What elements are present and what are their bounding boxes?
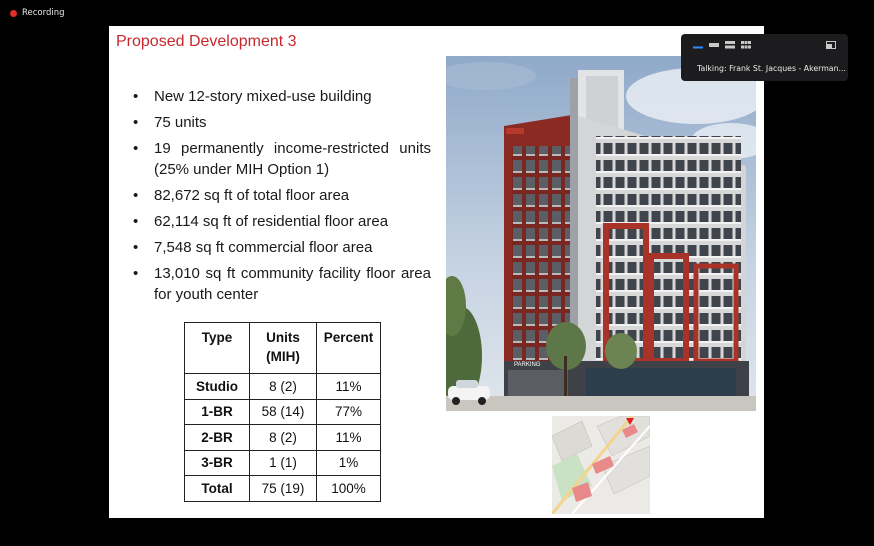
table-row: 2-BR 8 (2) 11% <box>184 424 381 451</box>
cell-type: 3-BR <box>184 449 250 476</box>
bullet-list: New 12-story mixed-use building 75 units… <box>133 86 431 310</box>
cell-percent: 100% <box>316 475 381 502</box>
header-units: Units (MIH) <box>249 322 317 374</box>
bullet-item: 82,672 sq ft of total floor area <box>133 185 431 206</box>
strip-view-icon[interactable] <box>709 41 719 49</box>
cell-percent: 1% <box>316 449 381 476</box>
bullet-item: 62,114 sq ft of residential floor area <box>133 211 431 232</box>
table-row: Total 75 (19) 100% <box>184 475 381 502</box>
zoom-speaker-panel[interactable]: Talking: Frank St. Jacques - Akerman... <box>681 34 848 81</box>
bullet-item: New 12-story mixed-use building <box>133 86 431 107</box>
cell-type: Studio <box>184 373 250 400</box>
building-rendering: PARKING <box>446 56 756 411</box>
site-location-map <box>552 416 650 514</box>
bullet-item: 7,548 sq ft commercial floor area <box>133 237 431 258</box>
cell-units: 8 (2) <box>249 424 317 451</box>
bullet-item: 19 permanently income-restricted units (… <box>133 138 431 180</box>
unit-mix-table: Type Units (MIH) Percent Studio 8 (2) 11… <box>184 322 381 502</box>
exit-panel-icon[interactable] <box>826 41 836 49</box>
talking-indicator: Talking: Frank St. Jacques - Akerman... <box>697 64 846 73</box>
cell-percent: 11% <box>316 373 381 400</box>
table-row: 1-BR 58 (14) 77% <box>184 398 381 425</box>
recording-label: Recording <box>22 8 65 18</box>
cell-type: Total <box>184 475 250 502</box>
cell-percent: 11% <box>316 424 381 451</box>
cell-units: 8 (2) <box>249 373 317 400</box>
header-units-text: Units (MIH) <box>266 330 300 364</box>
parking-sign: PARKING <box>514 362 541 368</box>
bullet-item: 13,010 sq ft community facility floor ar… <box>133 263 431 305</box>
cell-units: 75 (19) <box>249 475 317 502</box>
cell-units: 1 (1) <box>249 449 317 476</box>
cell-type: 1-BR <box>184 398 250 425</box>
header-type: Type <box>184 322 250 374</box>
gallery-view-icon[interactable] <box>741 41 751 49</box>
table-header-row: Type Units (MIH) Percent <box>184 322 381 374</box>
cell-type: 2-BR <box>184 424 250 451</box>
table-row: Studio 8 (2) 11% <box>184 373 381 400</box>
bullet-item: 75 units <box>133 112 431 133</box>
header-percent: Percent <box>316 322 381 374</box>
speaker-view-icon[interactable] <box>725 41 735 49</box>
cell-units: 58 (14) <box>249 398 317 425</box>
table-row: 3-BR 1 (1) 1% <box>184 449 381 476</box>
shared-slide: Proposed Development 3 New 12-story mixe… <box>109 26 764 518</box>
recording-dot-icon <box>10 9 17 17</box>
cell-percent: 77% <box>316 398 381 425</box>
minimize-view-icon[interactable] <box>693 41 703 49</box>
slide-title: Proposed Development 3 <box>116 33 297 50</box>
recording-indicator: Recording <box>10 8 65 18</box>
